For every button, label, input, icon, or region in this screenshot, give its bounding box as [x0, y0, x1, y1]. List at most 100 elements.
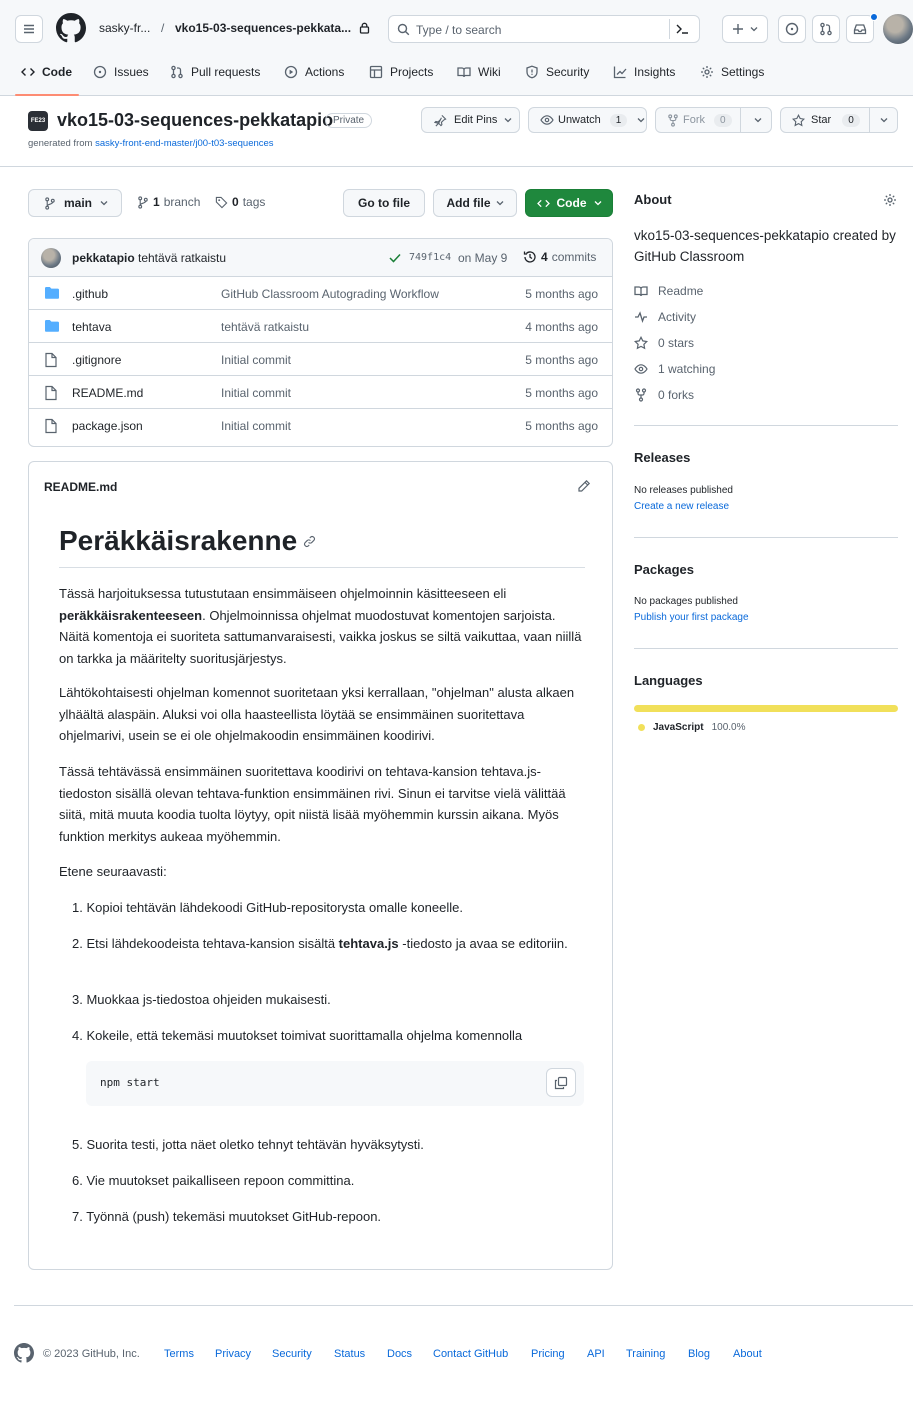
- github-logo-icon[interactable]: [14, 1343, 34, 1363]
- commits-link[interactable]: 4 commits: [523, 250, 596, 264]
- tab-actions[interactable]: Actions: [284, 60, 344, 84]
- add-file-button[interactable]: Add file: [433, 189, 517, 217]
- stars-link[interactable]: 0 stars: [634, 336, 694, 350]
- language-percent: 100.0%: [711, 722, 746, 733]
- user-avatar[interactable]: [883, 14, 913, 44]
- latest-commit-bar: pekkatapio tehtävä ratkaistu 749f1c4 on …: [29, 239, 612, 277]
- file-commit-message[interactable]: Initial commit: [221, 353, 291, 367]
- tab-security-label: Security: [546, 65, 590, 79]
- tab-projects-label: Projects: [390, 65, 434, 79]
- fork-icon: [668, 113, 678, 127]
- footer-link-contact[interactable]: Contact GitHub: [433, 1348, 508, 1360]
- file-commit-message[interactable]: GitHub Classroom Autograding Workflow: [221, 287, 439, 301]
- file-icon: [45, 385, 57, 401]
- activity-link[interactable]: Activity: [634, 310, 696, 324]
- table-row[interactable]: README.md Initial commit 5 months ago: [29, 376, 612, 409]
- chevron-down-icon[interactable]: [880, 117, 888, 123]
- go-to-file-button[interactable]: Go to file: [343, 189, 425, 217]
- tab-issues[interactable]: Issues: [93, 60, 149, 84]
- file-name[interactable]: .github: [72, 287, 108, 301]
- footer-link-terms[interactable]: Terms: [164, 1348, 194, 1360]
- language-item[interactable]: JavaScript 100.0%: [638, 722, 746, 733]
- file-name[interactable]: README.md: [72, 386, 143, 400]
- footer-link-privacy[interactable]: Privacy: [215, 1348, 251, 1360]
- list-item: 5. Suorita testi, jotta näet oletko tehn…: [72, 1137, 424, 1152]
- tags-link[interactable]: 0 tags: [215, 195, 265, 209]
- tab-code[interactable]: Code: [21, 60, 72, 84]
- create-new-button[interactable]: [722, 15, 768, 43]
- code-button[interactable]: Code: [525, 189, 613, 217]
- table-row[interactable]: package.json Initial commit 5 months ago: [29, 409, 612, 442]
- file-name[interactable]: tehtava: [72, 320, 111, 334]
- play-icon: [284, 65, 298, 79]
- footer-link-docs[interactable]: Docs: [387, 1348, 412, 1360]
- pull-requests-button[interactable]: [812, 15, 840, 43]
- star-button[interactable]: Star 0: [780, 107, 898, 133]
- issue-opened-icon: [785, 22, 799, 36]
- command-palette-button[interactable]: [669, 19, 693, 39]
- readme-paragraph-2: Lähtökohtaisesti ohjelman komennot suori…: [59, 685, 575, 743]
- file-commit-message[interactable]: Initial commit: [221, 386, 291, 400]
- readme-link[interactable]: Readme: [634, 284, 703, 298]
- step-2-bold: tehtava.js: [338, 936, 399, 951]
- file-name[interactable]: package.json: [72, 419, 143, 433]
- commit-author[interactable]: pekkatapio: [72, 251, 135, 265]
- p1-bold: peräkkäisrakenteeseen: [59, 607, 203, 623]
- footer-link-api[interactable]: API: [587, 1348, 605, 1360]
- tab-security[interactable]: Security: [525, 60, 589, 84]
- publish-package-link[interactable]: Publish your first package: [634, 612, 749, 623]
- tab-settings[interactable]: Settings: [700, 60, 764, 84]
- owner-link[interactable]: sasky-fr...: [99, 21, 150, 35]
- tab-insights[interactable]: Insights: [613, 60, 675, 84]
- footer-link-about[interactable]: About: [733, 1348, 762, 1360]
- commit-hash[interactable]: 749f1c4: [409, 252, 451, 263]
- forks-link[interactable]: 0 forks: [634, 388, 694, 402]
- gear-icon[interactable]: [883, 193, 897, 207]
- branch-selector[interactable]: main: [28, 189, 122, 217]
- menu-button[interactable]: [15, 15, 43, 43]
- commit-author-avatar[interactable]: [41, 248, 61, 268]
- link-anchor-icon[interactable]: [303, 535, 316, 548]
- file-commit-message[interactable]: tehtävä ratkaistu: [221, 320, 309, 334]
- tab-wiki[interactable]: Wiki: [457, 60, 501, 84]
- table-row[interactable]: tehtava tehtävä ratkaistu 4 months ago: [29, 310, 612, 343]
- unwatch-button[interactable]: Unwatch 1: [528, 107, 647, 133]
- tab-pull-requests-label: Pull requests: [191, 65, 261, 79]
- pencil-icon[interactable]: [577, 479, 591, 493]
- copy-button[interactable]: [546, 1068, 576, 1097]
- chevron-down-icon[interactable]: [754, 117, 762, 123]
- repo-link[interactable]: vko15-03-sequences-pekkata...: [175, 21, 351, 35]
- tags-count: 0: [232, 195, 239, 209]
- file-name[interactable]: .gitignore: [72, 353, 121, 367]
- tab-projects[interactable]: Projects: [369, 60, 433, 84]
- github-logo-icon[interactable]: [56, 13, 86, 43]
- file-commit-message[interactable]: Initial commit: [221, 419, 291, 433]
- branches-link[interactable]: 1 branch: [137, 195, 200, 209]
- packages-heading[interactable]: Packages: [634, 562, 694, 577]
- repo-title[interactable]: vko15-03-sequences-pekkatapio: [57, 110, 333, 131]
- footer-link-training[interactable]: Training: [626, 1348, 665, 1360]
- footer-link-status[interactable]: Status: [334, 1348, 365, 1360]
- edit-pins-button[interactable]: Edit Pins: [421, 107, 520, 133]
- readme-filename[interactable]: README.md: [44, 480, 117, 494]
- tab-pull-requests[interactable]: Pull requests: [170, 60, 260, 84]
- chevron-down-icon: [750, 27, 758, 32]
- star-label: Star: [811, 114, 832, 126]
- commit-date: on May 9: [458, 251, 508, 265]
- footer-link-security[interactable]: Security: [272, 1348, 312, 1360]
- template-repo-link[interactable]: sasky-front-end-master/j00-t03-sequences: [95, 138, 273, 149]
- footer-link-pricing[interactable]: Pricing: [531, 1348, 565, 1360]
- commit-message[interactable]: tehtävä ratkaistu: [138, 251, 226, 265]
- watching-link[interactable]: 1 watching: [634, 362, 715, 376]
- releases-heading[interactable]: Releases: [634, 450, 690, 465]
- language-bar-track: [634, 705, 898, 712]
- table-row[interactable]: .github GitHub Classroom Autograding Wor…: [29, 277, 612, 310]
- table-row[interactable]: .gitignore Initial commit 5 months ago: [29, 343, 612, 376]
- table-icon: [369, 65, 383, 79]
- search-input[interactable]: Type / to search: [388, 15, 700, 43]
- fork-button[interactable]: Fork 0: [655, 107, 772, 133]
- create-release-link[interactable]: Create a new release: [634, 501, 729, 512]
- issues-button[interactable]: [778, 15, 806, 43]
- gear-icon: [701, 66, 713, 78]
- footer-link-blog[interactable]: Blog: [688, 1348, 710, 1360]
